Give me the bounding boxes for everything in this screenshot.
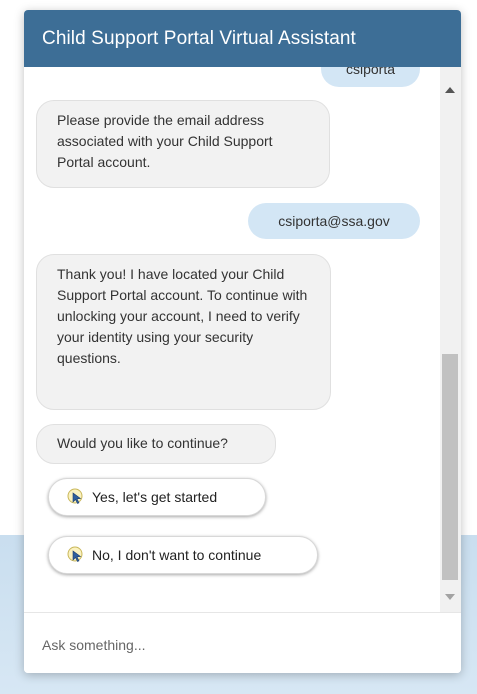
scroll-down-arrow-icon[interactable]: [445, 594, 455, 600]
choice-yes-label: Yes, let's get started: [92, 489, 218, 505]
chat-header: Child Support Portal Virtual Assistant: [24, 10, 461, 67]
choice-no-button[interactable]: No, I don't want to continue: [48, 536, 318, 574]
chat-window: Child Support Portal Virtual Assistant c…: [24, 10, 461, 673]
choice-pointer-icon: [67, 488, 85, 506]
choice-pointer-icon: [67, 546, 85, 564]
choice-no-label: No, I don't want to continue: [92, 547, 262, 563]
user-message: csiporta@ssa.gov: [248, 203, 420, 239]
chat-title: Child Support Portal Virtual Assistant: [42, 27, 356, 49]
scroll-thumb[interactable]: [442, 354, 458, 580]
bot-message: Would you like to continue?: [36, 424, 276, 464]
input-area: [24, 612, 461, 673]
scroll-up-arrow-icon[interactable]: [445, 87, 455, 93]
ask-input[interactable]: [40, 633, 444, 657]
message-list: csiporta Please provide the email addres…: [24, 67, 440, 612]
bot-message: Thank you! I have located your Child Sup…: [36, 254, 331, 410]
scrollbar[interactable]: [440, 67, 461, 612]
bot-message: Please provide the email address associa…: [36, 100, 330, 188]
user-message: csiporta: [321, 67, 420, 87]
choice-yes-button[interactable]: Yes, let's get started: [48, 478, 266, 516]
